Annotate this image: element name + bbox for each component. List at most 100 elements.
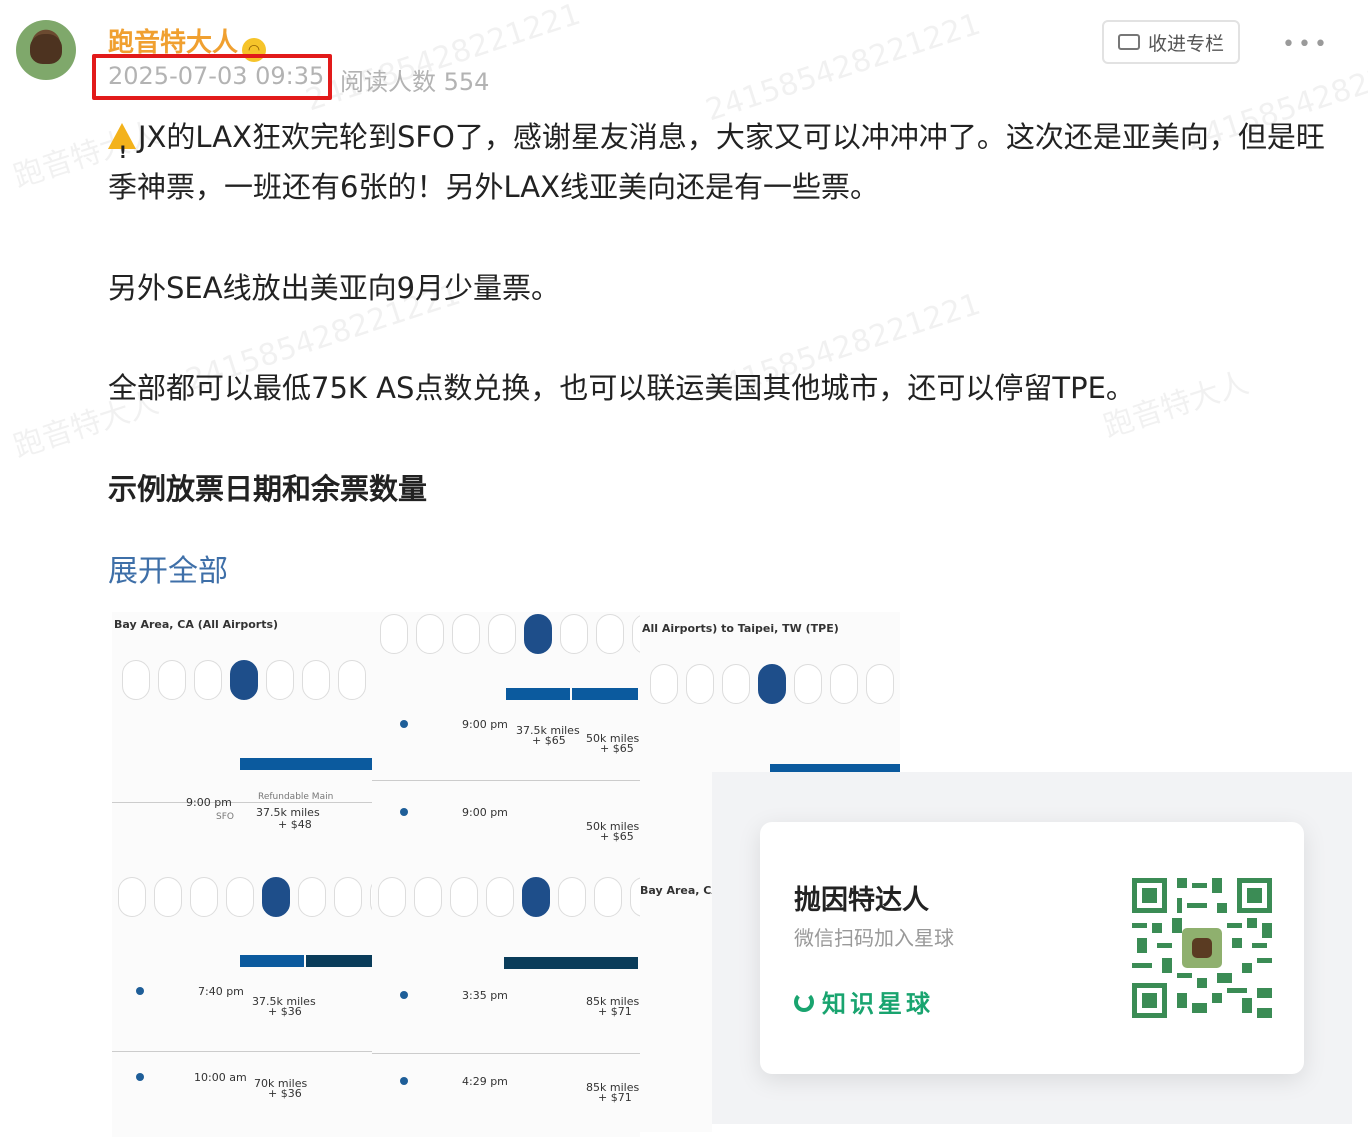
date-pill xyxy=(560,614,588,654)
flight-screenshot-2[interactable]: 9:00 pm 37.5k miles + $65 50k miles + $6… xyxy=(372,612,640,867)
date-pill xyxy=(486,877,514,917)
departure-time: 3:35 pm xyxy=(462,989,508,1002)
post-paragraph-1: JX的LAX狂欢完轮到SFO了，感谢星友消息，大家又可以冲冲冲了。这次还是亚美向… xyxy=(108,112,1328,212)
date-pill xyxy=(686,664,714,704)
post-date: 2025-07-03 09:35 xyxy=(108,62,325,90)
route-title: All Airports) to Taipei, TW (TPE) xyxy=(642,622,839,635)
date-pill xyxy=(416,614,444,654)
fare-fee: + $48 xyxy=(278,818,312,831)
date-pill xyxy=(596,614,624,654)
airport-code: SFO xyxy=(216,812,234,822)
date-pill-selected xyxy=(262,877,290,917)
departure-time: 4:29 pm xyxy=(462,1075,508,1088)
route-dot xyxy=(400,808,408,816)
collect-to-column-button[interactable]: 收进专栏 xyxy=(1102,20,1240,64)
read-count-value: 554 xyxy=(443,68,490,96)
planet-name: 抛因特达人 xyxy=(794,885,929,916)
fare-fee: + $36 xyxy=(268,1087,302,1100)
date-pill xyxy=(226,877,254,917)
date-pill xyxy=(594,877,622,917)
fare-type: Refundable Main xyxy=(258,792,334,802)
route-dot xyxy=(136,987,144,995)
date-pill xyxy=(632,614,640,654)
fare-fee: + $65 xyxy=(600,830,634,843)
more-options-icon[interactable]: ••• xyxy=(1282,32,1330,57)
flight-screenshot-1[interactable]: Bay Area, CA (All Airports) 9:00 pm SFO … xyxy=(112,612,372,867)
date-pill xyxy=(414,877,442,917)
avatar[interactable] xyxy=(16,20,76,80)
date-pills xyxy=(118,877,372,917)
tab-main-bar xyxy=(770,764,900,772)
flight-screenshot-5[interactable]: 3:35 pm 85k miles + $71 4:29 pm 85k mile… xyxy=(372,867,640,1137)
date-pill xyxy=(630,877,640,917)
watermark-text: 241585428221221 xyxy=(701,6,985,129)
date-pill xyxy=(378,877,406,917)
date-pills xyxy=(380,614,640,654)
date-pill xyxy=(558,877,586,917)
fare-fee: + $71 xyxy=(598,1005,632,1018)
route-dot xyxy=(400,991,408,999)
date-pills xyxy=(122,660,366,700)
date-pill xyxy=(722,664,750,704)
date-pill xyxy=(338,660,366,700)
brand-label: 知识星球 xyxy=(822,990,934,1018)
departure-time: 7:40 pm xyxy=(198,985,244,998)
divider xyxy=(372,780,640,781)
tab-business-bar xyxy=(504,957,638,969)
date-pill xyxy=(302,660,330,700)
collect-icon xyxy=(1117,34,1140,50)
route-dot xyxy=(136,1073,144,1081)
warning-icon xyxy=(108,123,136,178)
date-pill xyxy=(866,664,894,704)
date-pill-selected xyxy=(524,614,552,654)
date-pill xyxy=(298,877,326,917)
tab-main-bar xyxy=(240,955,304,967)
date-pills xyxy=(378,877,640,917)
departure-time: 9:00 pm xyxy=(186,796,232,809)
date-pills xyxy=(650,664,894,704)
departure-time: 9:00 pm xyxy=(462,718,508,731)
expand-all-link[interactable]: 展开全部 xyxy=(108,546,228,590)
date-pill xyxy=(830,664,858,704)
date-pill xyxy=(650,664,678,704)
flight-screenshot-4[interactable]: 7:40 pm 37.5k miles + $36 10:00 am 70k m… xyxy=(112,867,372,1137)
date-pill xyxy=(380,614,408,654)
read-count: 阅读人数 554 xyxy=(340,62,489,97)
post-paragraph-2: 另外SEA线放出美亚向9月少量票。 xyxy=(108,271,561,305)
fare-fee: + $71 xyxy=(598,1091,632,1104)
date-pill-selected xyxy=(522,877,550,917)
date-pill xyxy=(154,877,182,917)
date-pill xyxy=(452,614,480,654)
departure-time: 10:00 am xyxy=(194,1071,247,1084)
date-pill xyxy=(194,660,222,700)
knowledge-planet-card[interactable]: 抛因特达人 微信扫码加入星球 知识星球 xyxy=(760,822,1304,1074)
read-count-label: 阅读人数 xyxy=(340,68,436,96)
collect-label: 收进专栏 xyxy=(1147,32,1224,55)
brand-ring-icon xyxy=(794,991,814,1012)
tab-main-bar xyxy=(506,688,570,700)
date-pill xyxy=(266,660,294,700)
bear-image xyxy=(30,34,62,64)
flight-screenshot-3[interactable]: All Airports) to Taipei, TW (TPE) xyxy=(640,612,900,772)
fare-fee: + $65 xyxy=(532,734,566,747)
date-pill xyxy=(158,660,186,700)
date-pill-selected xyxy=(758,664,786,704)
date-pill xyxy=(488,614,516,654)
date-pill xyxy=(190,877,218,917)
date-pill xyxy=(450,877,478,917)
divider xyxy=(112,802,372,803)
departure-time: 9:00 pm xyxy=(462,806,508,819)
route-dot xyxy=(400,720,408,728)
date-pill-selected xyxy=(230,660,258,700)
route-dot xyxy=(400,1077,408,1085)
watermark-text: 241585428221221 xyxy=(301,0,585,119)
date-pill xyxy=(118,877,146,917)
route-title: Bay Area, CA (Al xyxy=(640,884,712,897)
flight-screenshot-6[interactable]: Bay Area, CA (Al xyxy=(640,772,712,1132)
tab-premium-bar xyxy=(306,955,372,967)
divider xyxy=(372,1053,640,1054)
fare-fee: + $36 xyxy=(268,1005,302,1018)
qr-code-icon[interactable] xyxy=(1132,878,1272,1018)
date-pill xyxy=(334,877,362,917)
tab-main-bar xyxy=(240,758,372,770)
